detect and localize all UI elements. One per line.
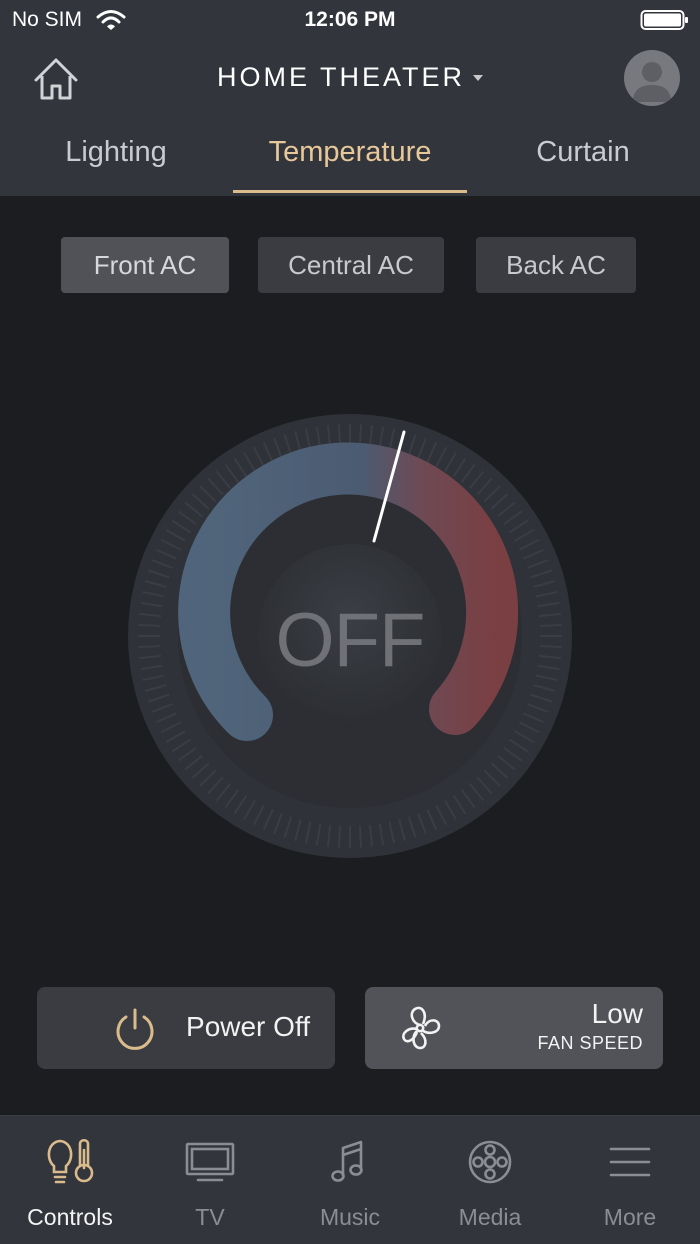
- clock: 12:06 PM: [304, 8, 396, 31]
- dial-tick: [138, 623, 161, 628]
- power-icon: [116, 1008, 154, 1050]
- room-title: HOME THEATER: [216, 62, 466, 92]
- chevron-down-icon: [473, 74, 484, 81]
- menu-icon: [609, 1147, 651, 1177]
- tv-icon: [185, 1142, 235, 1182]
- fan-speed-button[interactable]: Low FAN SPEED: [365, 987, 663, 1069]
- user-icon: [633, 62, 671, 102]
- media-icon: [468, 1140, 512, 1184]
- fan-icon: [402, 1006, 441, 1050]
- front-ac-button[interactable]: Front AC: [61, 237, 229, 293]
- tabbar-tv[interactable]: TV: [140, 1116, 280, 1244]
- music-icon: [331, 1140, 363, 1182]
- power-label: Power Off: [186, 1011, 310, 1042]
- tabbar-more[interactable]: More: [560, 1116, 700, 1244]
- dial-tick: [358, 825, 363, 848]
- tabbar-music[interactable]: Music: [280, 1116, 420, 1244]
- tab-lighting[interactable]: Lighting: [30, 136, 202, 169]
- dial-tick: [539, 623, 562, 628]
- controls-icon: [47, 1138, 94, 1184]
- room-selector[interactable]: HOME THEATER: [0, 62, 700, 93]
- status-bar: No SIM 12:06 PM: [0, 0, 700, 40]
- temperature-dial[interactable]: OFF: [126, 412, 574, 860]
- back-ac-button[interactable]: Back AC: [476, 237, 636, 293]
- avatar[interactable]: [624, 50, 680, 106]
- active-tab-indicator: [233, 190, 467, 193]
- central-ac-button[interactable]: Central AC: [258, 237, 444, 293]
- battery-icon: [640, 10, 688, 30]
- tab-curtain[interactable]: Curtain: [500, 136, 666, 169]
- tabbar-more-label: More: [603, 1204, 657, 1230]
- dial-tick: [539, 644, 562, 649]
- tabbar-controls[interactable]: Controls: [0, 1116, 140, 1244]
- fan-speed-caption: FAN SPEED: [537, 1033, 643, 1053]
- dial-graphic: [128, 414, 572, 858]
- tabbar-media[interactable]: Media: [420, 1116, 560, 1244]
- tabbar-tv-label: TV: [195, 1204, 225, 1230]
- fan-speed-value: Low: [591, 998, 643, 1029]
- app-header: No SIM 12:06 PM HOME THEATER Lighting Te…: [0, 0, 700, 196]
- dial-tick: [337, 825, 342, 848]
- tab-temperature[interactable]: Temperature: [233, 136, 467, 169]
- bottom-tab-bar: Controls TV Music Media More: [0, 1115, 700, 1244]
- tabbar-media-label: Media: [458, 1204, 522, 1230]
- dial-tick: [138, 644, 161, 649]
- category-tabs: Lighting Temperature Curtain: [0, 124, 700, 196]
- power-button[interactable]: Power Off: [37, 987, 335, 1069]
- tabbar-controls-label: Controls: [27, 1204, 113, 1230]
- tabbar-music-label: Music: [319, 1204, 381, 1230]
